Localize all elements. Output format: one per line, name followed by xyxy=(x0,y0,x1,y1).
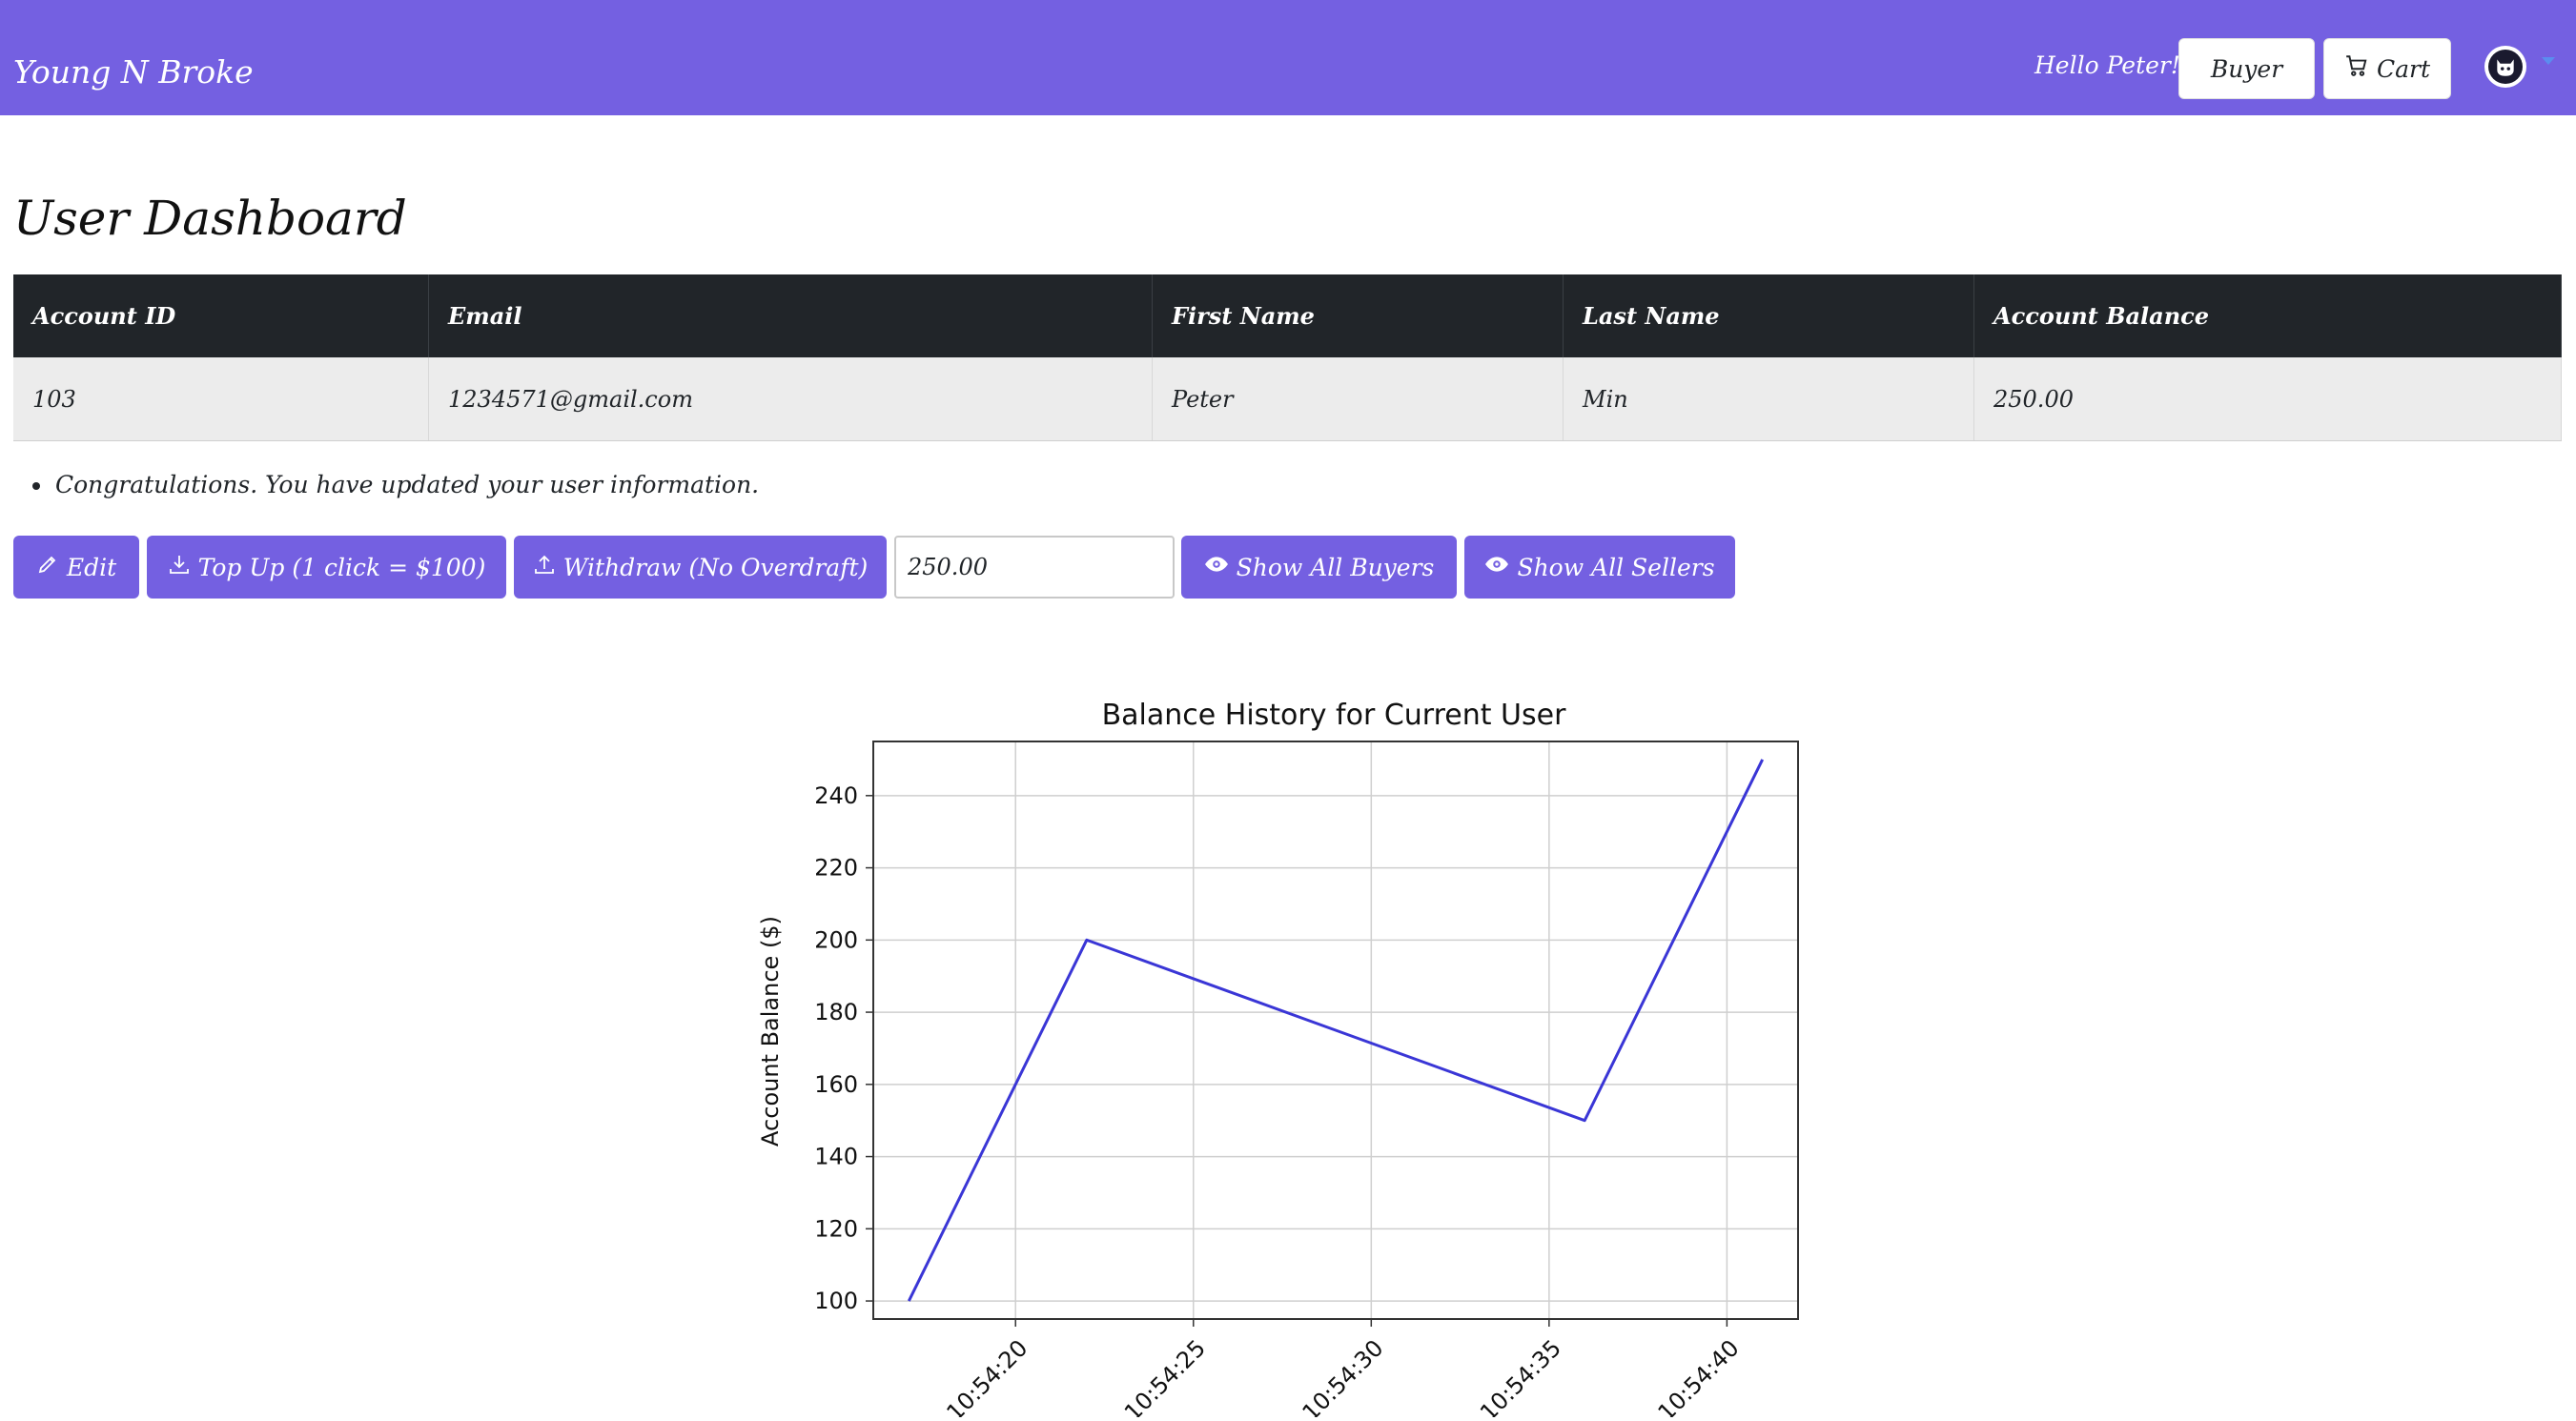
buyer-button[interactable]: Buyer xyxy=(2178,38,2315,99)
cell-account-id: 103 xyxy=(13,357,429,441)
navbar: Young N Broke Hello Peter! Buyer Cart xyxy=(0,0,2576,115)
show-all-sellers-label: Show All Sellers xyxy=(1517,554,1714,581)
y-tick-label: 200 xyxy=(814,926,858,953)
withdraw-button-label: Withdraw (No Overdraft) xyxy=(563,554,869,581)
column-header-last-name: Last Name xyxy=(1564,274,1974,357)
y-tick-label: 240 xyxy=(814,782,858,809)
cart-button-label: Cart xyxy=(2377,55,2430,83)
column-header-account-id: Account ID xyxy=(13,274,429,357)
y-tick-label: 140 xyxy=(814,1144,858,1170)
chart-series xyxy=(909,760,1763,1301)
cell-last-name: Min xyxy=(1564,357,1974,441)
y-tick-label: 160 xyxy=(814,1071,858,1098)
x-tick-label: 10:54:25 xyxy=(1119,1334,1211,1417)
show-all-sellers-button[interactable]: Show All Sellers xyxy=(1464,536,1735,599)
show-all-buyers-label: Show All Buyers xyxy=(1237,554,1435,581)
column-header-email: Email xyxy=(429,274,1153,357)
chevron-down-icon[interactable] xyxy=(2542,57,2555,65)
buyer-button-label: Buyer xyxy=(2211,55,2282,83)
series-line xyxy=(909,760,1762,1301)
balance-history-chart: Balance History for Current User Account… xyxy=(744,686,1830,1417)
y-tick-label: 100 xyxy=(814,1288,858,1314)
page-title: User Dashboard xyxy=(13,191,407,246)
amount-input[interactable] xyxy=(894,536,1175,599)
pencil-icon xyxy=(36,553,59,581)
user-info-table: Account ID Email First Name Last Name Ac… xyxy=(13,274,2562,441)
x-tick-label: 10:54:40 xyxy=(1653,1334,1745,1417)
edit-button[interactable]: Edit xyxy=(13,536,139,599)
withdraw-button[interactable]: Withdraw (No Overdraft) xyxy=(514,536,887,599)
success-message: Congratulations. You have updated your u… xyxy=(55,471,759,498)
brand-logo[interactable]: Young N Broke xyxy=(13,53,254,91)
chart-axes: 100 120 140 160 180 200 220 240 10:54:20 10:54:25… xyxy=(814,741,1798,1417)
bullet xyxy=(32,482,40,490)
greeting-text: Hello Peter! xyxy=(2034,51,2180,79)
eye-icon xyxy=(1204,552,1229,582)
x-tick-label: 10:54:30 xyxy=(1298,1334,1389,1417)
cart-button[interactable]: Cart xyxy=(2323,38,2451,99)
cell-account-balance: 250.00 xyxy=(1974,357,2562,441)
chart-svg: Balance History for Current User Account… xyxy=(744,686,1830,1417)
edit-button-label: Edit xyxy=(67,554,116,581)
eye-icon xyxy=(1484,552,1509,582)
table-row: 103 1234571@gmail.com Peter Min 250.00 xyxy=(13,357,2562,441)
success-message-text: Congratulations. You have updated your u… xyxy=(55,471,759,498)
user-avatar-icon[interactable] xyxy=(2484,46,2526,88)
top-up-button[interactable]: Top Up (1 click = $100) xyxy=(147,536,506,599)
table-header-row: Account ID Email First Name Last Name Ac… xyxy=(13,274,2562,357)
cell-email: 1234571@gmail.com xyxy=(429,357,1153,441)
y-tick-label: 220 xyxy=(814,855,858,882)
show-all-buyers-button[interactable]: Show All Buyers xyxy=(1181,536,1457,599)
download-icon xyxy=(168,553,191,581)
upload-icon xyxy=(533,553,556,581)
cart-icon xyxy=(2344,53,2369,84)
cell-first-name: Peter xyxy=(1153,357,1564,441)
chart-y-axis-label: Account Balance ($) xyxy=(757,916,784,1147)
column-header-account-balance: Account Balance xyxy=(1974,274,2562,357)
top-up-button-label: Top Up (1 click = $100) xyxy=(198,554,486,581)
y-tick-label: 120 xyxy=(814,1215,858,1242)
y-tick-label: 180 xyxy=(814,999,858,1025)
x-tick-label: 10:54:20 xyxy=(941,1334,1032,1417)
chart-title: Balance History for Current User xyxy=(1102,699,1566,732)
column-header-first-name: First Name xyxy=(1153,274,1564,357)
x-tick-label: 10:54:35 xyxy=(1475,1334,1566,1417)
